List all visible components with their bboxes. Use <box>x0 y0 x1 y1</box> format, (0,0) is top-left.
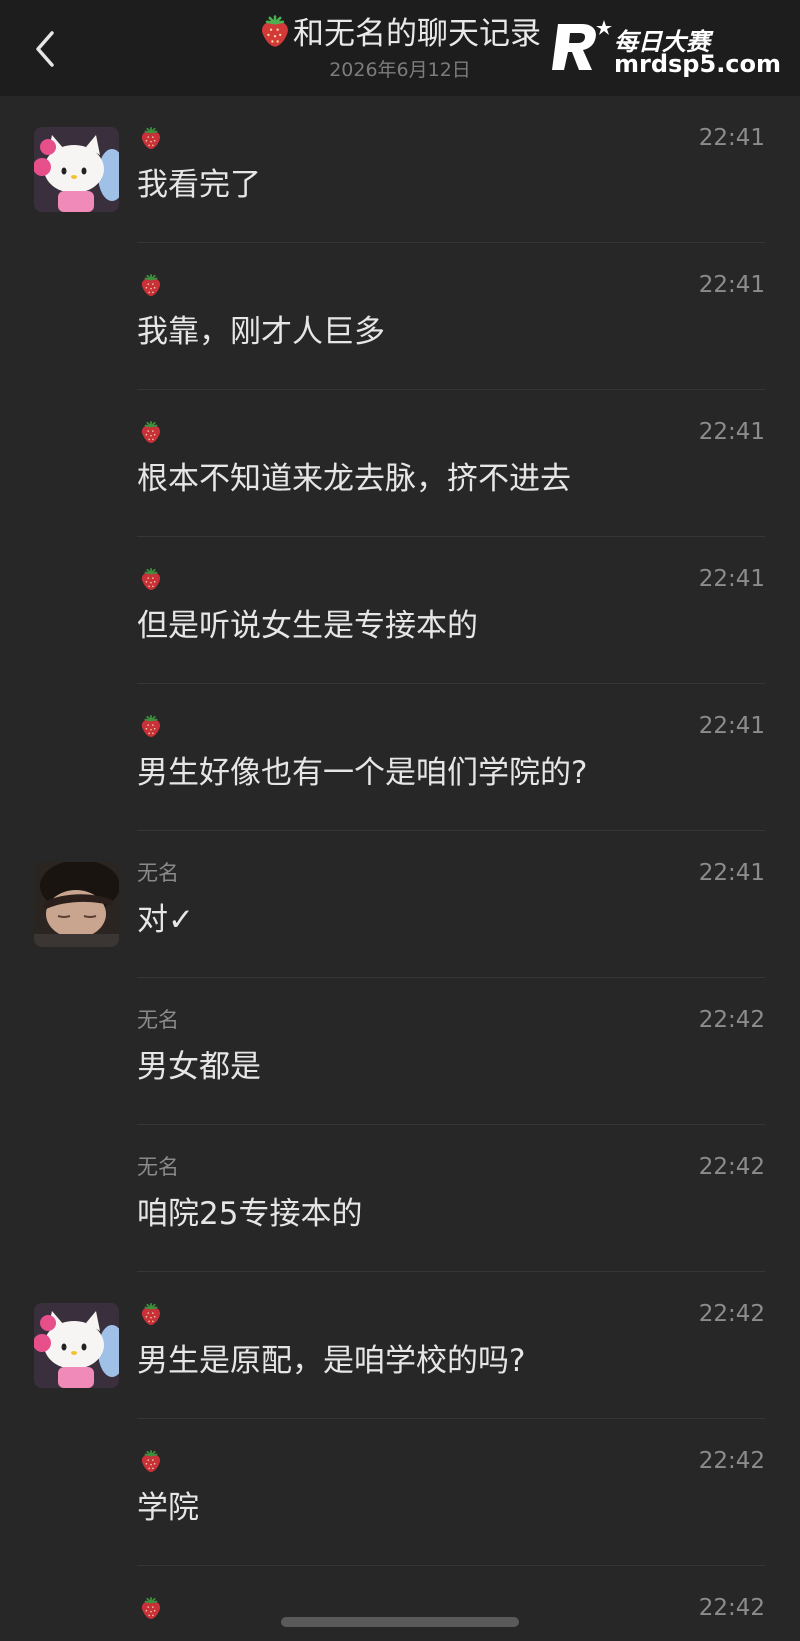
message-time: 22:41 <box>698 713 765 739</box>
message-list: 22:41 我看完了 22:41 我靠，刚才人巨多 22:41 根本不知道来龙去… <box>0 96 800 1641</box>
avatar[interactable] <box>34 1303 119 1388</box>
message-text[interactable]: 男生好像也有一个是咱们学院的? <box>137 752 587 794</box>
message-text[interactable]: 男生是原配，是咱学校的吗? <box>137 1340 525 1382</box>
strawberry-icon <box>141 1302 161 1325</box>
message-time: 22:42 <box>698 1448 765 1474</box>
sender-strawberry <box>140 272 162 302</box>
strawberry-icon <box>141 273 161 296</box>
message-text[interactable]: 学院 <box>137 1487 199 1529</box>
watermark-logo: 每日大赛 mrdsp5.com <box>548 8 800 88</box>
avatar[interactable] <box>34 127 119 212</box>
sender-strawberry <box>140 125 162 155</box>
strawberry-icon <box>141 715 161 737</box>
message-text[interactable]: 对✓ <box>137 899 194 941</box>
strawberry-icon <box>141 420 161 443</box>
message-row: 22:41 但是听说女生是专接本的 <box>0 537 800 684</box>
sender-strawberry <box>140 419 162 449</box>
message-row: 22:41 我靠，刚才人巨多 <box>0 243 800 390</box>
message-time: 22:41 <box>698 860 765 886</box>
strawberry-icon <box>141 1596 161 1619</box>
message-row: 22:42 <box>0 1566 800 1641</box>
message-text[interactable]: 但是听说女生是专接本的 <box>137 605 478 647</box>
r-star-logo-icon <box>552 20 612 70</box>
message-time: 22:41 <box>698 566 765 592</box>
message-text[interactable]: 我靠，刚才人巨多 <box>137 311 385 353</box>
message-row: 无名 22:42 男女都是 <box>0 978 800 1125</box>
message-time: 22:41 <box>698 272 765 298</box>
message-time: 22:41 <box>698 125 765 151</box>
message-text[interactable]: 男女都是 <box>137 1046 261 1088</box>
chat-history-screen: 和无名的聊天记录 2026年6月12日 每日大赛 mrdsp5.com 22:4… <box>0 0 800 1641</box>
message-row: 22:41 我看完了 <box>0 96 800 243</box>
message-row: 22:42 男生是原配，是咱学校的吗? <box>0 1272 800 1419</box>
header-bar: 和无名的聊天记录 2026年6月12日 每日大赛 mrdsp5.com <box>0 0 800 96</box>
sender-name: 无名 <box>137 1155 179 1179</box>
page-title-text: 和无名的聊天记录 <box>293 16 541 52</box>
message-time: 22:42 <box>698 1007 765 1033</box>
sender-strawberry <box>140 1301 162 1331</box>
message-time: 22:42 <box>698 1154 765 1180</box>
message-time: 22:42 <box>698 1595 765 1621</box>
message-time: 22:42 <box>698 1301 765 1327</box>
message-row: 22:41 男生好像也有一个是咱们学院的? <box>0 684 800 831</box>
message-text[interactable]: 我看完了 <box>137 164 261 206</box>
home-indicator[interactable] <box>281 1617 519 1627</box>
message-row: 无名 22:42 咱院25专接本的 <box>0 1125 800 1272</box>
message-row: 22:42 学院 <box>0 1419 800 1566</box>
message-row: 无名 22:41 对✓ <box>0 831 800 978</box>
strawberry-icon <box>141 126 161 149</box>
sender-strawberry <box>140 566 162 596</box>
sender-strawberry <box>140 1448 162 1478</box>
sender-strawberry <box>140 713 162 743</box>
strawberry-icon <box>262 15 288 47</box>
sender-name: 无名 <box>137 1008 179 1032</box>
sender-name: 无名 <box>137 861 179 885</box>
avatar[interactable] <box>34 862 119 947</box>
message-text[interactable]: 咱院25专接本的 <box>137 1193 362 1235</box>
message-row: 22:41 根本不知道来龙去脉，挤不进去 <box>0 390 800 537</box>
message-time: 22:41 <box>698 419 765 445</box>
message-text[interactable]: 根本不知道来龙去脉，挤不进去 <box>137 458 571 500</box>
sender-strawberry <box>140 1595 162 1625</box>
strawberry-icon <box>141 568 161 590</box>
watermark-url: mrdsp5.com <box>614 50 782 78</box>
strawberry-icon <box>141 1449 161 1472</box>
